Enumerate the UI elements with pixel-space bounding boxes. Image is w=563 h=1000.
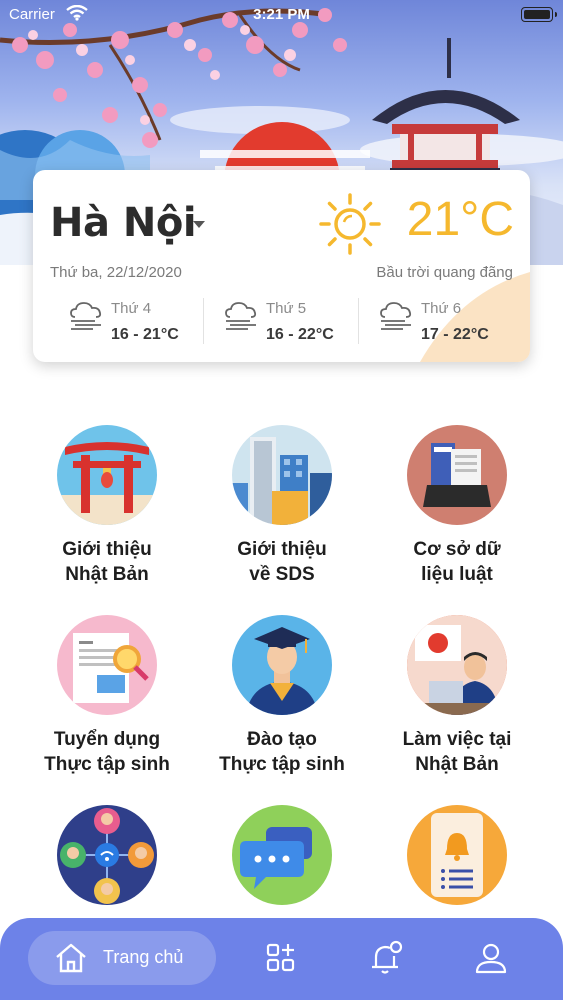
menu-item-about-sds[interactable]: Giới thiệu về SDS [202, 425, 362, 605]
nav-notifications-button[interactable] [366, 938, 406, 978]
forecast-day-name: Thứ 5 [266, 300, 307, 317]
bell-icon [372, 940, 403, 974]
fog-cloud-icon [225, 302, 257, 330]
weather-card: Hà Nội Thứ ba, 22/12/2020 21°C Bầu trời … [33, 170, 530, 362]
sun-icon [319, 193, 381, 255]
network-people-icon [57, 805, 157, 905]
chat-bubbles-icon [232, 805, 332, 905]
nav-home-label: Trang chủ [103, 947, 184, 967]
forecast-day: Thứ 5 16 - 22°C [188, 298, 343, 348]
grid-plus-icon [266, 943, 295, 972]
nav-services-button[interactable] [261, 938, 301, 978]
fog-cloud-icon [70, 302, 102, 330]
menu-item-work-in-japan[interactable]: Làm việc tại Nhật Bản [377, 615, 537, 795]
current-date: Thứ ba, 22/12/2020 [50, 264, 182, 281]
forecast-temp-range: 17 - 22°C [421, 326, 489, 343]
forecast-day-name: Thứ 4 [111, 300, 152, 317]
city-selector[interactable]: Hà Nội [50, 200, 197, 246]
menu-item-train-trainees[interactable]: Đào tạo Thực tập sinh [202, 615, 362, 795]
forecast-temp-range: 16 - 22°C [266, 326, 334, 343]
nav-home-button[interactable]: Trang chủ [28, 931, 216, 985]
chevron-down-icon[interactable] [193, 221, 205, 228]
battery-icon [521, 7, 557, 22]
document-tray-icon [407, 425, 507, 525]
forecast-day: Thứ 6 17 - 22°C [343, 298, 498, 348]
status-time: 3:21 PM [253, 6, 310, 23]
notification-card-icon [407, 805, 507, 905]
weather-condition: Bầu trời quang đãng [376, 264, 513, 281]
menu-label: Làm việc tại Nhật Bản [402, 729, 512, 775]
current-temperature: 21°C [406, 193, 514, 246]
menu-label: Đào tạo Thực tập sinh [219, 729, 345, 775]
menu-item-legal-database[interactable]: Cơ sở dữ liệu luật [377, 425, 537, 605]
bottom-navigation: Trang chủ [0, 918, 563, 1000]
graduate-icon [232, 615, 332, 715]
office-worker-icon [407, 615, 507, 715]
nav-profile-button[interactable] [471, 938, 511, 978]
menu-item-recruit-trainees[interactable]: Tuyển dụng Thực tập sinh [27, 615, 187, 795]
forecast-row: Thứ 4 16 - 21°C Thứ 5 16 - 22°C Thứ 6 17 [33, 298, 530, 348]
menu-label: Giới thiệu về SDS [237, 539, 327, 585]
menu-label: Cơ sở dữ liệu luật [413, 539, 501, 585]
status-bar: Carrier 3:21 PM [0, 0, 563, 30]
forecast-temp-range: 16 - 21°C [111, 326, 179, 343]
buildings-icon [232, 425, 332, 525]
menu-item-intro-japan[interactable]: Giới thiệu Nhật Bản [27, 425, 187, 605]
forecast-day: Thứ 4 16 - 21°C [33, 298, 188, 348]
fog-cloud-icon [380, 302, 412, 330]
home-icon [56, 943, 86, 973]
forecast-day-name: Thứ 6 [421, 300, 462, 317]
city-name: Hà Nội [50, 200, 197, 246]
menu-label: Tuyển dụng Thực tập sinh [44, 729, 170, 775]
menu-label: Giới thiệu Nhật Bản [62, 539, 152, 585]
torii-gate-icon [57, 425, 157, 525]
resume-magnifier-icon [57, 615, 157, 715]
user-icon [475, 943, 507, 974]
